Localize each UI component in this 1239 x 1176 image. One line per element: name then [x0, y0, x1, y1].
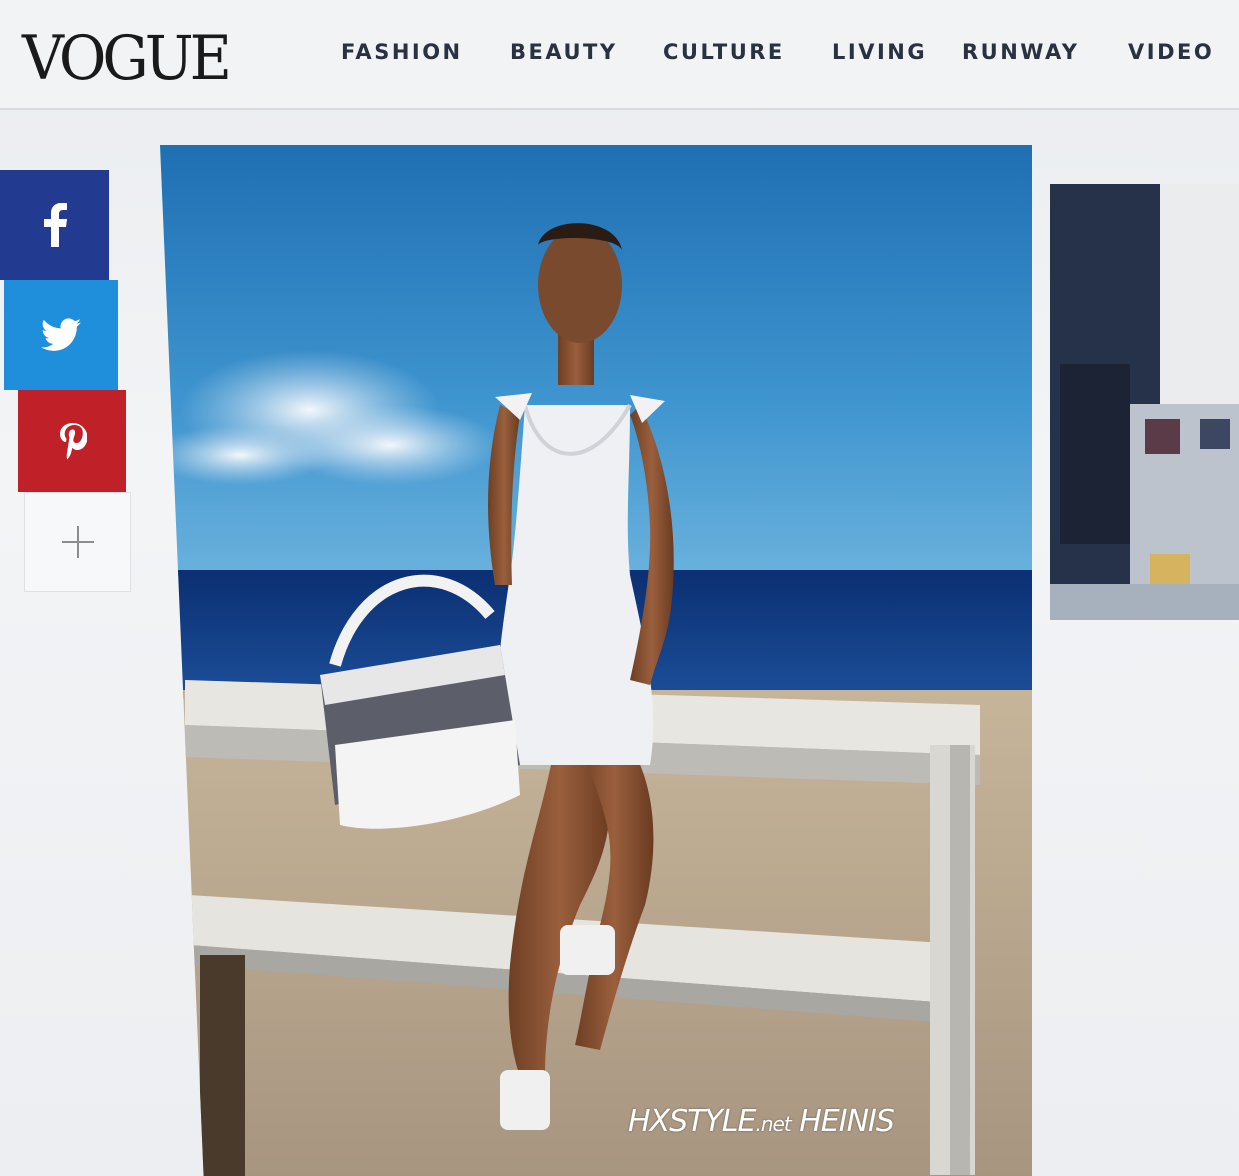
watermark: HXSTYLE.net HEINIS	[628, 1104, 895, 1139]
nav-beauty[interactable]: BEAUTY	[510, 40, 618, 64]
beach-photo-illustration	[160, 145, 1032, 1176]
nav-fashion[interactable]: FASHION	[341, 40, 463, 64]
twitter-icon	[41, 318, 81, 351]
pinterest-icon	[60, 423, 87, 460]
nav-video[interactable]: VIDEO	[1128, 40, 1214, 64]
facebook-share-button[interactable]	[0, 170, 109, 280]
twitter-share-button[interactable]	[4, 280, 118, 390]
related-thumbnail[interactable]	[1050, 184, 1239, 620]
nav-culture[interactable]: CULTURE	[663, 40, 785, 64]
watermark-brand: HXSTYLE	[628, 1104, 756, 1139]
main-nav: FASHION BEAUTY CULTURE LIVING RUNWAY VID…	[0, 40, 1239, 70]
watermark-domain: .net	[755, 1112, 791, 1136]
nav-runway[interactable]: RUNWAY	[962, 40, 1079, 64]
plus-icon	[61, 526, 94, 558]
site-header: VOGUE FASHION BEAUTY CULTURE LIVING RUNW…	[0, 0, 1239, 110]
more-share-button[interactable]	[24, 492, 131, 592]
nav-living[interactable]: LIVING	[832, 40, 927, 64]
pinterest-share-button[interactable]	[18, 390, 126, 492]
facebook-icon	[43, 203, 67, 247]
hero-photo[interactable]	[160, 145, 1032, 1176]
watermark-name: HEINIS	[790, 1104, 895, 1139]
thumbnail-image	[1050, 184, 1239, 620]
